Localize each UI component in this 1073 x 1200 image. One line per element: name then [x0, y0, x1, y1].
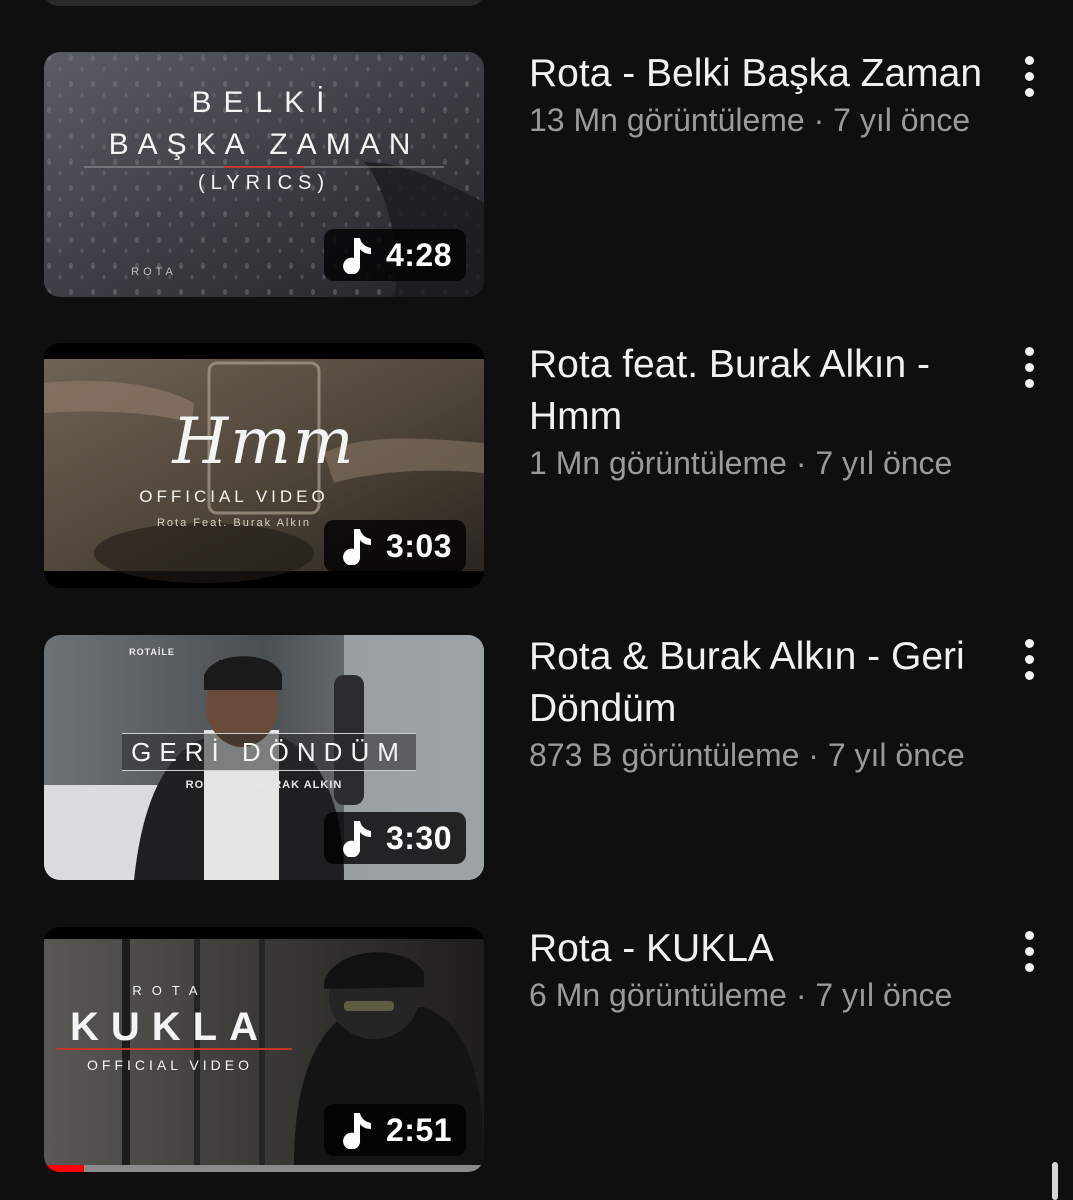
video-title[interactable]: Rota - KUKLA — [529, 923, 999, 975]
music-note-icon — [343, 529, 371, 565]
thumbnail-title-line: BELKİ — [191, 86, 337, 119]
meta-separator: · — [804, 102, 834, 138]
duration-text: 4:28 — [385, 236, 452, 273]
duration-text: 3:30 — [385, 819, 452, 856]
video-info[interactable]: Rota feat. Burak Alkın - Hmm 1 Mn görünt… — [529, 343, 999, 483]
more-vertical-icon — [1024, 638, 1034, 648]
upload-age: 7 yıl önce — [815, 977, 953, 1013]
meta-separator: · — [786, 445, 816, 481]
video-item[interactable]: Hmm OFFICIAL VIDEO Rota Feat. Burak Alkı… — [0, 343, 1073, 593]
thumbnail-subtitle: OFFICIAL VIDEO — [139, 487, 329, 506]
thumbnail-title-line: BAŞKA ZAMAN — [108, 128, 420, 161]
video-title[interactable]: Rota - Belki Başka Zaman — [529, 48, 999, 100]
video-thumbnail[interactable]: ROTAİLE GERİ DÖNDÜM ROTA feat. BURAK ALK… — [44, 635, 484, 880]
view-count: 873 B görüntüleme — [529, 737, 800, 773]
more-actions-button[interactable] — [1010, 635, 1048, 683]
more-actions-button[interactable] — [1010, 343, 1048, 391]
thumbnail-title-line: GERİ DÖNDÜM — [122, 733, 416, 771]
music-note-icon — [343, 1113, 371, 1149]
meta-separator: · — [799, 737, 828, 773]
video-info[interactable]: Rota - Belki Başka Zaman 13 Mn görüntüle… — [529, 52, 999, 140]
thumbnail-credit: OFFICIAL VIDEO — [87, 1057, 253, 1073]
previous-video-thumbnail-edge[interactable] — [44, 0, 484, 6]
video-info[interactable]: Rota - KUKLA 6 Mn görüntüleme · 7 yıl ön… — [529, 927, 999, 1015]
video-metadata: 873 B görüntüleme · 7 yıl önce — [529, 735, 999, 775]
upload-age: 7 yıl önce — [833, 102, 971, 138]
duration-text: 2:51 — [385, 1111, 452, 1148]
thumbnail-cap-text: ROTAİLE — [129, 647, 175, 657]
duration-badge: 3:30 — [323, 812, 466, 864]
thumbnail-title-line: KUKLA — [70, 1005, 270, 1049]
duration-badge: 2:51 — [323, 1104, 466, 1156]
video-thumbnail[interactable]: ROTA KUKLA OFFICIAL VIDEO 2:51 — [44, 927, 484, 1172]
video-thumbnail[interactable]: BELKİ BAŞKA ZAMAN (LYRICS) ROTA 4:28 — [44, 52, 484, 297]
more-actions-button[interactable] — [1010, 927, 1048, 975]
video-title[interactable]: Rota & Burak Alkın - Geri Döndüm — [529, 631, 999, 735]
video-item[interactable]: ROTAİLE GERİ DÖNDÜM ROTA feat. BURAK ALK… — [0, 635, 1073, 885]
duration-text: 3:03 — [385, 527, 452, 564]
thumbnail-subtitle: ROTA — [132, 983, 208, 998]
view-count: 13 Mn görüntüleme — [529, 102, 805, 138]
thumbnail-credit: ROTA feat. BURAK ALKIN — [185, 779, 343, 791]
video-title[interactable]: Rota feat. Burak Alkın - Hmm — [529, 339, 999, 443]
watch-progress-fill — [44, 1165, 84, 1172]
meta-separator: · — [786, 977, 816, 1013]
video-metadata: 13 Mn görüntüleme · 7 yıl önce — [529, 100, 999, 140]
watch-progress-bar — [44, 1165, 484, 1172]
more-actions-button[interactable] — [1010, 52, 1048, 100]
more-vertical-icon — [1024, 55, 1034, 65]
thumbnail-underline — [56, 1048, 292, 1050]
duration-badge: 4:28 — [323, 229, 466, 281]
thumbnail-subtitle: (LYRICS) — [197, 172, 331, 194]
upload-age: 7 yıl önce — [815, 445, 953, 481]
duration-badge: 3:03 — [323, 520, 466, 572]
video-metadata: 6 Mn görüntüleme · 7 yıl önce — [529, 975, 999, 1015]
upload-age: 7 yıl önce — [827, 737, 965, 773]
video-item[interactable]: BELKİ BAŞKA ZAMAN (LYRICS) ROTA 4:28 Rot… — [0, 52, 1073, 302]
video-thumbnail[interactable]: Hmm OFFICIAL VIDEO Rota Feat. Burak Alkı… — [44, 343, 484, 588]
video-metadata: 1 Mn görüntüleme · 7 yıl önce — [529, 443, 999, 483]
music-note-icon — [343, 821, 371, 857]
video-info[interactable]: Rota & Burak Alkın - Geri Döndüm 873 B g… — [529, 635, 999, 775]
video-item[interactable]: ROTA KUKLA OFFICIAL VIDEO 2:51 Rota - KU… — [0, 927, 1073, 1177]
music-note-icon — [343, 238, 371, 274]
more-vertical-icon — [1024, 346, 1034, 356]
thumbnail-title-line: Hmm — [172, 405, 356, 479]
scrollbar-thumb[interactable] — [1052, 1162, 1058, 1200]
view-count: 6 Mn görüntüleme — [529, 977, 787, 1013]
more-vertical-icon — [1024, 930, 1034, 940]
view-count: 1 Mn görüntüleme — [529, 445, 787, 481]
